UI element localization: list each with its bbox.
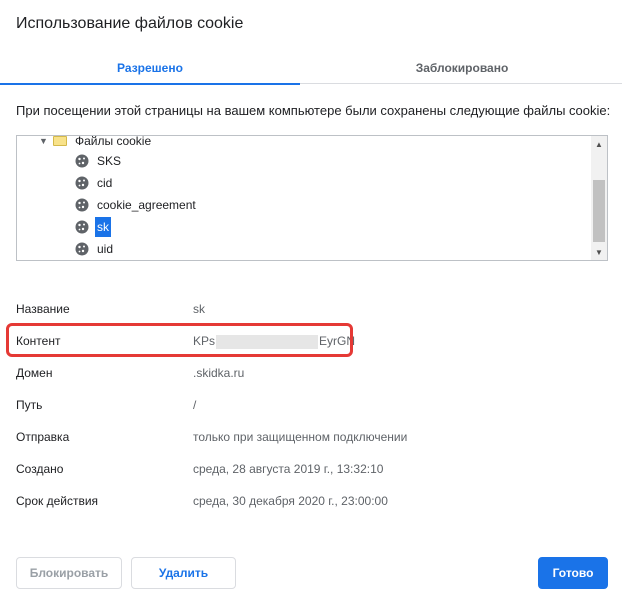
- tab-allowed[interactable]: Разрешено: [0, 54, 300, 85]
- active-tab-indicator: [0, 83, 300, 85]
- dialog-title: Использование файлов cookie: [16, 15, 244, 32]
- folder-icon: [53, 136, 67, 146]
- tab-allowed-label: Разрешено: [117, 61, 183, 75]
- detail-row-name: Название sk: [16, 296, 416, 326]
- tab-bar: Разрешено Заблокировано: [0, 54, 622, 85]
- cookies-dialog: Использование файлов cookie Разрешено За…: [0, 0, 622, 606]
- tree-item-cid[interactable]: cid: [75, 172, 114, 194]
- detail-row-expires: Срок действия среда, 30 декабря 2020 г.,…: [16, 488, 416, 518]
- detail-value: /: [193, 398, 197, 412]
- tab-blocked[interactable]: Заблокировано: [312, 54, 612, 84]
- scroll-down-icon[interactable]: ▼: [591, 246, 607, 260]
- delete-button[interactable]: Удалить: [131, 557, 236, 589]
- detail-row-send: Отправка только при защищенном подключен…: [16, 424, 416, 454]
- detail-key: Домен: [16, 366, 53, 380]
- tree-folder-label: Файлы cookie: [75, 135, 152, 148]
- cookie-icon: [75, 242, 89, 256]
- cookie-tree[interactable]: ▼ Файлы cookie SKS cid cookie_agreement …: [16, 135, 608, 261]
- detail-row-path: Путь /: [16, 392, 416, 422]
- cookie-icon: [75, 154, 89, 168]
- detail-key: Создано: [16, 462, 64, 476]
- detail-key: Название: [16, 302, 70, 316]
- tree-item-label: uid: [97, 242, 114, 256]
- content-highlight-box: [6, 323, 353, 357]
- tree-scrollbar[interactable]: ▲ ▼: [591, 136, 607, 260]
- tree-item-label: cid: [97, 176, 113, 190]
- done-button[interactable]: Готово: [538, 557, 608, 589]
- detail-value: sk: [193, 302, 205, 316]
- intro-text: При посещении этой страницы на вашем ком…: [16, 103, 611, 118]
- tab-blocked-label: Заблокировано: [415, 61, 509, 75]
- detail-value: .skidka.ru: [193, 366, 245, 380]
- detail-value: только при защищенном подключении: [193, 430, 408, 444]
- detail-value: среда, 28 августа 2019 г., 13:32:10: [193, 462, 384, 476]
- detail-key: Срок действия: [16, 494, 99, 508]
- tree-item-uid[interactable]: uid: [75, 238, 115, 260]
- tree-item-sk[interactable]: sk: [75, 216, 111, 238]
- block-button[interactable]: Блокировать: [16, 557, 122, 589]
- detail-key: Отправка: [16, 430, 70, 444]
- cookie-icon: [75, 176, 89, 190]
- detail-row-domain: Домен .skidka.ru: [16, 360, 416, 390]
- tree-item-label: cookie_agreement: [97, 198, 196, 212]
- tree-item-cookie-agreement[interactable]: cookie_agreement: [75, 194, 198, 216]
- cookie-icon: [75, 198, 89, 212]
- detail-value: среда, 30 декабря 2020 г., 23:00:00: [193, 494, 388, 508]
- tree-item-label: SKS: [97, 154, 122, 168]
- scroll-up-icon[interactable]: ▲: [591, 138, 607, 152]
- cookie-icon: [75, 220, 89, 234]
- expand-arrow-icon[interactable]: ▼: [39, 136, 49, 151]
- detail-row-created: Создано среда, 28 августа 2019 г., 13:32…: [16, 456, 416, 486]
- tree-item-label: sk: [95, 217, 111, 237]
- scrollbar-thumb[interactable]: [593, 180, 605, 242]
- detail-key: Путь: [16, 398, 43, 412]
- tree-item-sks[interactable]: SKS: [75, 150, 123, 172]
